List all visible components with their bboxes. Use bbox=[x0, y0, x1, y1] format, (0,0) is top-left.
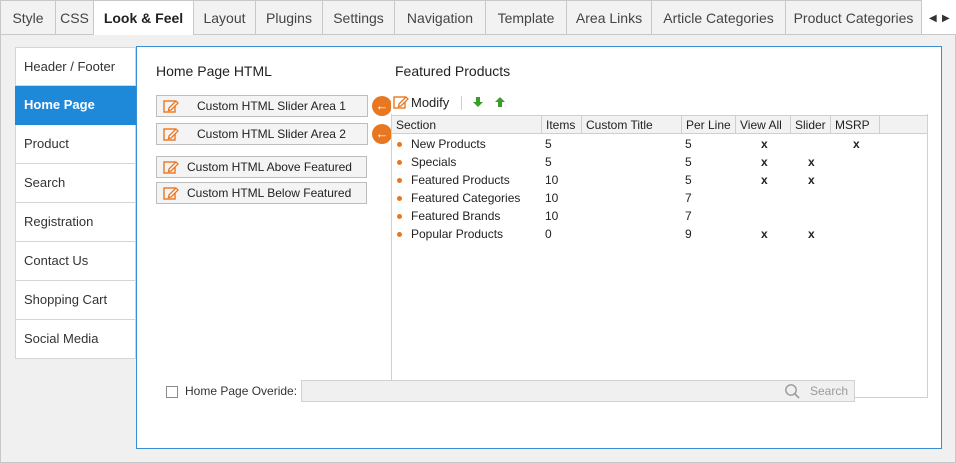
cell-per-line: 7 bbox=[685, 209, 692, 223]
home-page-override-checkbox[interactable] bbox=[166, 386, 178, 398]
search-button[interactable]: Search bbox=[782, 381, 854, 401]
tab-article-categories[interactable]: Article Categories bbox=[652, 0, 786, 35]
pencil-edit-icon bbox=[163, 187, 179, 200]
column-header-msrp[interactable]: MSRP bbox=[831, 116, 880, 134]
bullet-icon bbox=[397, 142, 402, 147]
cell-per-line: 5 bbox=[685, 173, 692, 187]
column-header-section[interactable]: Section bbox=[392, 116, 542, 134]
cell-view-all: x bbox=[761, 173, 768, 187]
sidebar-item-product[interactable]: Product bbox=[15, 125, 136, 164]
cell-section: Popular Products bbox=[411, 227, 504, 241]
cell-view-all: x bbox=[761, 227, 768, 241]
button-label: Custom HTML Slider Area 1 bbox=[197, 99, 346, 113]
custom-html-slider-area-2-button[interactable]: Custom HTML Slider Area 2 bbox=[156, 123, 368, 145]
table-row[interactable]: Popular Products 0 9 x x bbox=[392, 225, 927, 243]
tab-template[interactable]: Template bbox=[486, 0, 567, 35]
cell-view-all: x bbox=[761, 155, 768, 169]
table-row[interactable]: Featured Brands 10 7 bbox=[392, 207, 927, 225]
bullet-icon bbox=[397, 196, 402, 201]
cell-section: Specials bbox=[411, 155, 457, 169]
top-tab-bar: Style CSS Look & Feel Layout Plugins Set… bbox=[0, 0, 956, 36]
pencil-edit-icon bbox=[163, 161, 179, 174]
home-page-override-input[interactable] bbox=[301, 380, 855, 402]
bullet-icon bbox=[397, 178, 402, 183]
cell-msrp: x bbox=[853, 137, 860, 151]
cell-per-line: 7 bbox=[685, 191, 692, 205]
pencil-edit-icon bbox=[163, 128, 179, 141]
tab-layout[interactable]: Layout bbox=[194, 0, 256, 35]
insert-arrow-1-icon[interactable]: ← bbox=[372, 96, 392, 116]
tab-scroll-left-icon[interactable]: ◀ bbox=[929, 14, 937, 24]
modify-label: Modify bbox=[411, 95, 450, 110]
home-page-html-title: Home Page HTML bbox=[156, 63, 272, 79]
pencil-edit-icon bbox=[163, 100, 179, 113]
cell-section: Featured Categories bbox=[411, 191, 521, 205]
bullet-icon bbox=[397, 160, 402, 165]
table-row[interactable]: New Products 5 5 x x bbox=[392, 135, 927, 153]
cell-section: Featured Products bbox=[411, 173, 510, 187]
cell-per-line: 9 bbox=[685, 227, 692, 241]
tab-navigation[interactable]: Navigation bbox=[395, 0, 486, 35]
sidebar-item-shopping-cart[interactable]: Shopping Cart bbox=[15, 281, 136, 320]
move-down-icon[interactable] bbox=[473, 97, 483, 107]
button-label: Custom HTML Slider Area 2 bbox=[197, 127, 346, 141]
column-header-per-line[interactable]: Per Line bbox=[682, 116, 736, 134]
custom-html-above-featured-button[interactable]: Custom HTML Above Featured bbox=[156, 156, 367, 178]
custom-html-slider-area-1-button[interactable]: Custom HTML Slider Area 1 bbox=[156, 95, 368, 117]
search-icon bbox=[785, 384, 800, 399]
pencil-edit-icon bbox=[393, 96, 409, 109]
bullet-icon bbox=[397, 232, 402, 237]
cell-section: Featured Brands bbox=[411, 209, 501, 223]
insert-arrow-2-icon[interactable]: ← bbox=[372, 124, 392, 144]
tab-css[interactable]: CSS bbox=[56, 0, 94, 35]
column-header-items[interactable]: Items bbox=[542, 116, 582, 134]
cell-items: 10 bbox=[545, 191, 559, 205]
sidebar-item-header-footer[interactable]: Header / Footer bbox=[15, 47, 136, 86]
cell-slider: x bbox=[808, 155, 815, 169]
tab-plugins[interactable]: Plugins bbox=[256, 0, 323, 35]
cell-per-line: 5 bbox=[685, 155, 692, 169]
bullet-icon bbox=[397, 214, 402, 219]
cell-slider: x bbox=[808, 227, 815, 241]
cell-items: 5 bbox=[545, 137, 552, 151]
grid-header: Section Items Custom Title Per Line View… bbox=[392, 115, 927, 134]
column-header-custom-title[interactable]: Custom Title bbox=[582, 116, 682, 134]
cell-items: 5 bbox=[545, 155, 552, 169]
move-up-icon[interactable] bbox=[495, 97, 505, 107]
home-page-override-label: Home Page Overide: bbox=[185, 384, 298, 398]
column-header-slider[interactable]: Slider bbox=[791, 116, 831, 134]
cell-items: 10 bbox=[545, 209, 559, 223]
tab-look-and-feel[interactable]: Look & Feel bbox=[94, 0, 194, 36]
tab-scroll-right-icon[interactable]: ▶ bbox=[942, 14, 950, 24]
cell-per-line: 5 bbox=[685, 137, 692, 151]
sidebar-item-home-page[interactable]: Home Page bbox=[15, 86, 136, 125]
sidebar-item-social-media[interactable]: Social Media bbox=[15, 320, 136, 359]
table-row[interactable]: Featured Categories 10 7 bbox=[392, 189, 927, 207]
search-label: Search bbox=[810, 384, 849, 398]
tab-style[interactable]: Style bbox=[0, 0, 56, 35]
button-label: Custom HTML Above Featured bbox=[187, 160, 352, 174]
cell-items: 0 bbox=[545, 227, 552, 241]
toolbar-separator bbox=[461, 96, 462, 110]
column-header-view-all[interactable]: View All bbox=[736, 116, 791, 134]
tab-area-links[interactable]: Area Links bbox=[567, 0, 652, 35]
cell-section: New Products bbox=[411, 137, 486, 151]
table-row[interactable]: Specials 5 5 x x bbox=[392, 153, 927, 171]
tab-settings[interactable]: Settings bbox=[323, 0, 395, 35]
button-label: Custom HTML Below Featured bbox=[187, 186, 352, 200]
cell-items: 10 bbox=[545, 173, 559, 187]
grid-toolbar: Modify bbox=[391, 92, 928, 114]
cell-slider: x bbox=[808, 173, 815, 187]
tab-product-categories[interactable]: Product Categories bbox=[786, 0, 922, 35]
sidebar-item-registration[interactable]: Registration bbox=[15, 203, 136, 242]
table-row[interactable]: Featured Products 10 5 x x bbox=[392, 171, 927, 189]
sidebar-item-contact-us[interactable]: Contact Us bbox=[15, 242, 136, 281]
modify-button[interactable]: Modify bbox=[392, 93, 449, 113]
custom-html-below-featured-button[interactable]: Custom HTML Below Featured bbox=[156, 182, 367, 204]
featured-products-title: Featured Products bbox=[395, 63, 511, 79]
sidebar-item-search[interactable]: Search bbox=[15, 164, 136, 203]
cell-view-all: x bbox=[761, 137, 768, 151]
